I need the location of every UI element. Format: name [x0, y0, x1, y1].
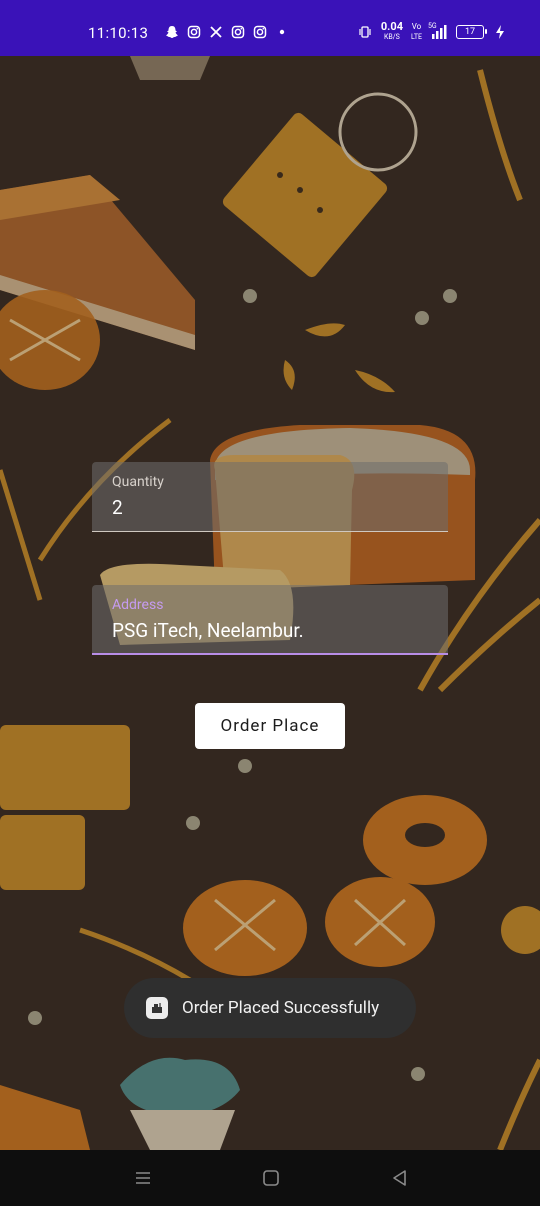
home-icon[interactable]: [261, 1168, 281, 1188]
instagram-icon: [252, 24, 268, 40]
battery-icon: 17: [456, 25, 487, 39]
signal-label: 5G: [428, 22, 437, 30]
app-icon: [146, 997, 168, 1019]
quantity-label: Quantity: [112, 474, 164, 490]
network-speed: 0.04 KB/S: [380, 20, 403, 42]
charging-icon: [492, 24, 508, 40]
quantity-input[interactable]: 2: [112, 496, 123, 519]
status-right: 0.04 KB/S Vo LTE 5G 17: [357, 20, 508, 42]
address-underline: [92, 653, 448, 655]
address-label: Address: [112, 597, 164, 613]
navigation-bar: [0, 1150, 540, 1206]
battery-level: 17: [464, 27, 476, 37]
address-field[interactable]: Address PSG iTech, Neelambur.: [92, 585, 448, 655]
volte-indicator: Vo LTE: [411, 22, 422, 42]
status-bar: 11:10:13 0.04 KB/S Vo LTE 5G 17: [0, 0, 540, 56]
toast-text: Order Placed Successfully: [182, 998, 380, 1018]
quantity-field[interactable]: Quantity 2: [92, 462, 448, 532]
dot-icon: [274, 24, 290, 40]
quantity-underline: [92, 531, 448, 532]
instagram-icon: [230, 24, 246, 40]
back-icon[interactable]: [390, 1168, 410, 1188]
volte-top: Vo: [411, 22, 422, 31]
notification-icons: [164, 24, 290, 40]
vibrate-icon: [357, 24, 373, 40]
toast-message: Order Placed Successfully: [124, 978, 416, 1038]
snapchat-icon: [164, 24, 180, 40]
volte-bottom: LTE: [411, 33, 422, 41]
signal-icon: 5G: [428, 22, 448, 39]
x-icon: [208, 24, 224, 40]
instagram-icon: [186, 24, 202, 40]
address-input[interactable]: PSG iTech, Neelambur.: [112, 619, 304, 642]
network-speed-value: 0.04: [380, 20, 403, 33]
order-place-button[interactable]: Order Place: [195, 703, 345, 749]
status-time: 11:10:13: [88, 24, 149, 42]
recents-icon[interactable]: [133, 1168, 153, 1188]
network-speed-unit: KB/S: [384, 33, 400, 41]
